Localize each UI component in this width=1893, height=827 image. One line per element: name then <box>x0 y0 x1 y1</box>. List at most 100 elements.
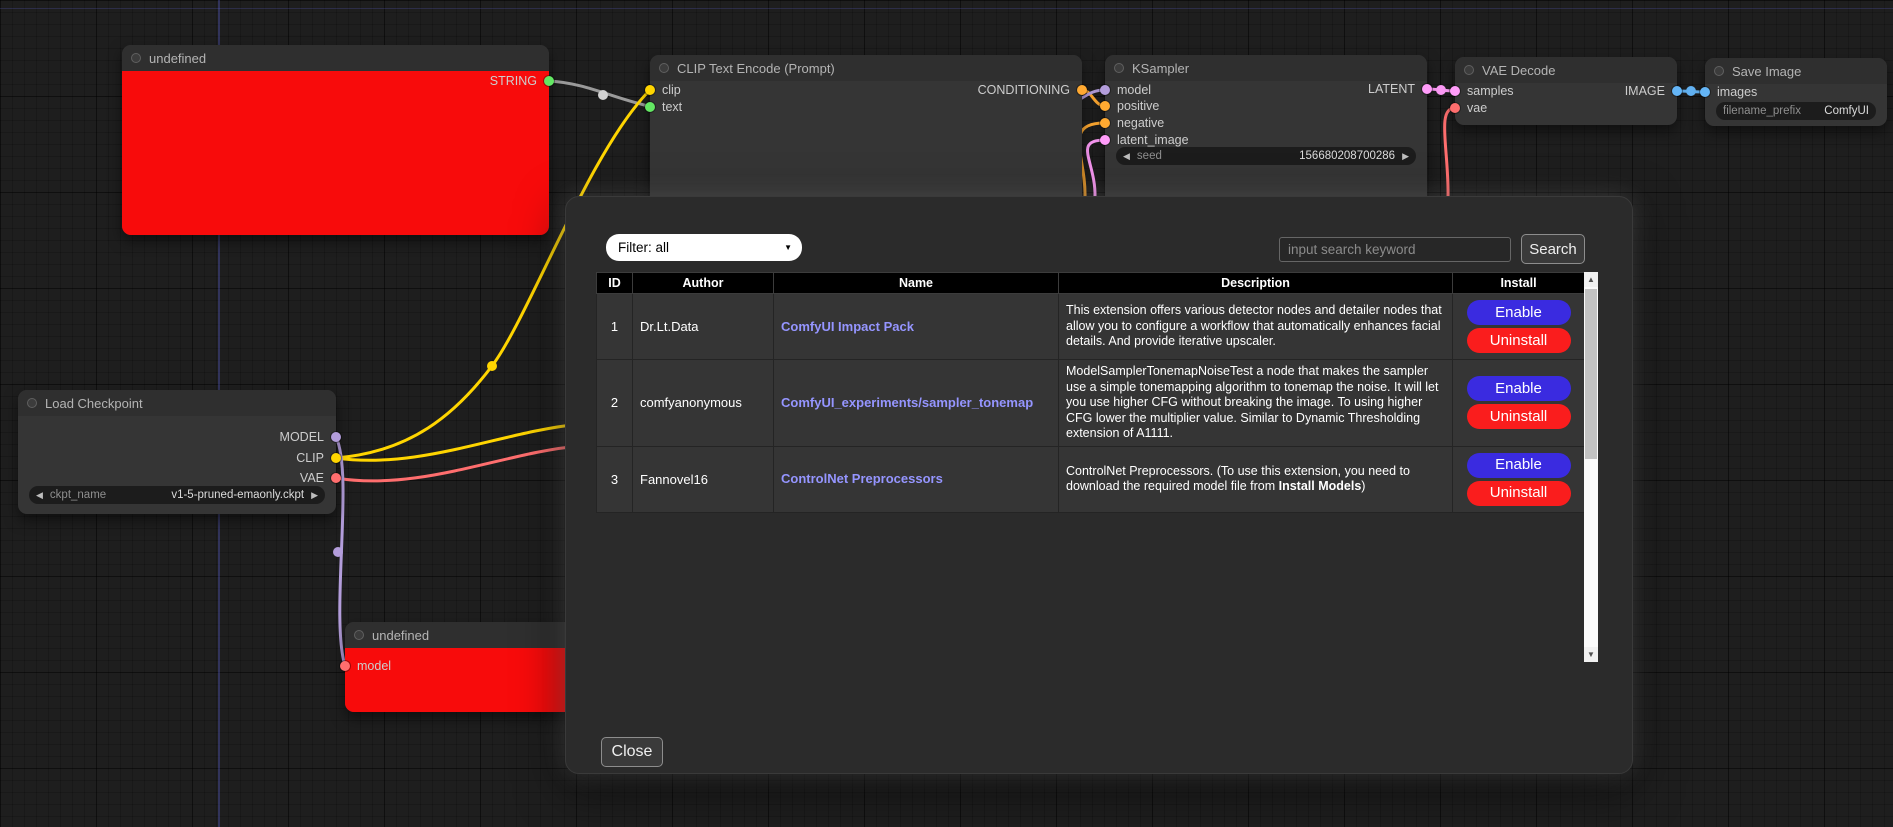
node-title-bar[interactable]: undefined <box>122 45 549 71</box>
collapse-dot-icon[interactable] <box>27 398 37 408</box>
decrement-arrow-icon[interactable]: ◀ <box>1123 152 1130 161</box>
latent-image-input-port[interactable] <box>1100 135 1110 145</box>
uninstall-button[interactable]: Uninstall <box>1467 328 1571 353</box>
uninstall-button[interactable]: Uninstall <box>1467 404 1571 429</box>
cell-id: 3 <box>597 446 633 512</box>
input-label: vae <box>1467 101 1487 115</box>
node-ksampler[interactable]: KSampler model positive negative latent_… <box>1105 55 1427 205</box>
node-title-bar[interactable]: Save Image <box>1705 58 1887 84</box>
cell-author: Fannovel16 <box>633 446 774 512</box>
header-author: Author <box>633 273 774 294</box>
output-label: CONDITIONING <box>978 83 1070 97</box>
positive-input-port[interactable] <box>1100 101 1110 111</box>
conditioning-output-port[interactable] <box>1077 85 1087 95</box>
header-name: Name <box>774 273 1059 294</box>
increment-arrow-icon[interactable]: ▶ <box>311 491 318 500</box>
enable-button[interactable]: Enable <box>1467 376 1571 401</box>
search-button[interactable]: Search <box>1521 234 1585 264</box>
node-load-checkpoint[interactable]: Load Checkpoint MODEL CLIP VAE ◀ ckpt_na… <box>18 390 336 514</box>
node-title-bar[interactable]: Load Checkpoint <box>18 390 336 416</box>
input-slot-model: model <box>340 659 391 673</box>
node-undefined-top[interactable]: undefined STRING <box>122 45 549 235</box>
vae-input-port[interactable] <box>1450 103 1460 113</box>
extension-link[interactable]: ComfyUI_experiments/sampler_tonemap <box>781 395 1033 410</box>
collapse-dot-icon[interactable] <box>1714 66 1724 76</box>
model-output-port[interactable] <box>331 432 341 442</box>
collapse-dot-icon[interactable] <box>354 630 364 640</box>
output-label: VAE <box>300 471 324 485</box>
text-input-port[interactable] <box>645 102 655 112</box>
cell-name: ComfyUI_experiments/sampler_tonemap <box>774 360 1059 447</box>
increment-arrow-icon[interactable]: ▶ <box>1402 152 1409 161</box>
output-slot-image: IMAGE <box>1625 84 1682 98</box>
enable-button[interactable]: Enable <box>1467 300 1571 325</box>
scrollbar-up-arrow-icon[interactable]: ▲ <box>1584 272 1598 287</box>
node-title-bar[interactable]: VAE Decode <box>1455 57 1677 83</box>
extension-link[interactable]: ControlNet Preprocessors <box>781 471 943 486</box>
filename-prefix-widget[interactable]: filename_prefix ComfyUI <box>1716 102 1876 120</box>
string-output-port[interactable] <box>544 76 554 86</box>
input-label: text <box>662 100 682 114</box>
node-title: Load Checkpoint <box>45 396 143 411</box>
latent-output-port[interactable] <box>1422 84 1432 94</box>
output-label: IMAGE <box>1625 84 1665 98</box>
input-label: samples <box>1467 84 1514 98</box>
widget-label: filename_prefix <box>1723 105 1801 117</box>
header-install: Install <box>1453 273 1585 294</box>
cell-id: 2 <box>597 360 633 447</box>
negative-input-port[interactable] <box>1100 118 1110 128</box>
images-input-port[interactable] <box>1700 87 1710 97</box>
search-input[interactable] <box>1279 237 1511 262</box>
node-title: CLIP Text Encode (Prompt) <box>677 61 835 76</box>
filter-dropdown-value: Filter: all <box>618 240 669 255</box>
clip-input-port[interactable] <box>645 85 655 95</box>
output-slot-latent: LATENT <box>1368 82 1432 96</box>
vae-output-port[interactable] <box>331 473 341 483</box>
uninstall-button[interactable]: Uninstall <box>1467 481 1571 506</box>
filter-dropdown[interactable]: Filter: all ▼ <box>606 234 802 261</box>
scrollbar-thumb[interactable] <box>1585 289 1597 459</box>
collapse-dot-icon[interactable] <box>659 63 669 73</box>
scrollbar-down-arrow-icon[interactable]: ▼ <box>1584 647 1598 662</box>
node-body: images filename_prefix ComfyUI <box>1705 84 1887 126</box>
table-scrollbar[interactable]: ▲ ▼ <box>1584 272 1598 662</box>
image-output-port[interactable] <box>1672 86 1682 96</box>
cell-id: 1 <box>597 294 633 360</box>
collapse-dot-icon[interactable] <box>1114 63 1124 73</box>
clip-output-port[interactable] <box>331 453 341 463</box>
node-body: STRING <box>122 71 549 235</box>
input-label: model <box>1117 83 1151 97</box>
extension-link[interactable]: ComfyUI Impact Pack <box>781 319 914 334</box>
node-title-bar[interactable]: KSampler <box>1105 55 1427 81</box>
ckpt-name-widget[interactable]: ◀ ckpt_name v1-5-pruned-emaonly.ckpt ▶ <box>29 486 325 504</box>
close-button[interactable]: Close <box>601 737 663 767</box>
widget-value[interactable]: ComfyUI <box>1824 105 1869 117</box>
node-save-image[interactable]: Save Image images filename_prefix ComfyU… <box>1705 58 1887 126</box>
dropdown-caret-icon: ▼ <box>784 243 792 252</box>
cell-install: Enable Uninstall <box>1453 360 1585 447</box>
input-slot-images: images <box>1700 85 1757 99</box>
samples-input-port[interactable] <box>1450 86 1460 96</box>
input-label: model <box>357 659 391 673</box>
widget-value[interactable]: v1-5-pruned-emaonly.ckpt <box>171 489 304 501</box>
cell-author: Dr.Lt.Data <box>633 294 774 360</box>
wire-dot-latent <box>1436 85 1446 95</box>
input-slot-clip: clip <box>645 83 681 97</box>
model-input-port[interactable] <box>340 661 350 671</box>
decrement-arrow-icon[interactable]: ◀ <box>36 491 43 500</box>
widget-value[interactable]: 156680208700286 <box>1299 150 1395 162</box>
seed-widget[interactable]: ◀ seed 156680208700286 ▶ <box>1116 147 1416 165</box>
node-graph-canvas[interactable]: undefined STRING CLIP Text Encode (Promp… <box>0 0 1893 827</box>
enable-button[interactable]: Enable <box>1467 453 1571 478</box>
header-description: Description <box>1059 273 1453 294</box>
collapse-dot-icon[interactable] <box>131 53 141 63</box>
output-slot-string: STRING <box>490 74 554 88</box>
wire-dot-model <box>333 547 343 557</box>
node-title-bar[interactable]: CLIP Text Encode (Prompt) <box>650 55 1082 81</box>
node-vae-decode[interactable]: VAE Decode samples vae IMAGE <box>1455 57 1677 125</box>
node-body: samples vae IMAGE <box>1455 83 1677 125</box>
model-input-port[interactable] <box>1100 85 1110 95</box>
collapse-dot-icon[interactable] <box>1464 65 1474 75</box>
node-clip-text-encode[interactable]: CLIP Text Encode (Prompt) clip text COND… <box>650 55 1082 215</box>
output-slot-clip: CLIP <box>296 451 341 465</box>
